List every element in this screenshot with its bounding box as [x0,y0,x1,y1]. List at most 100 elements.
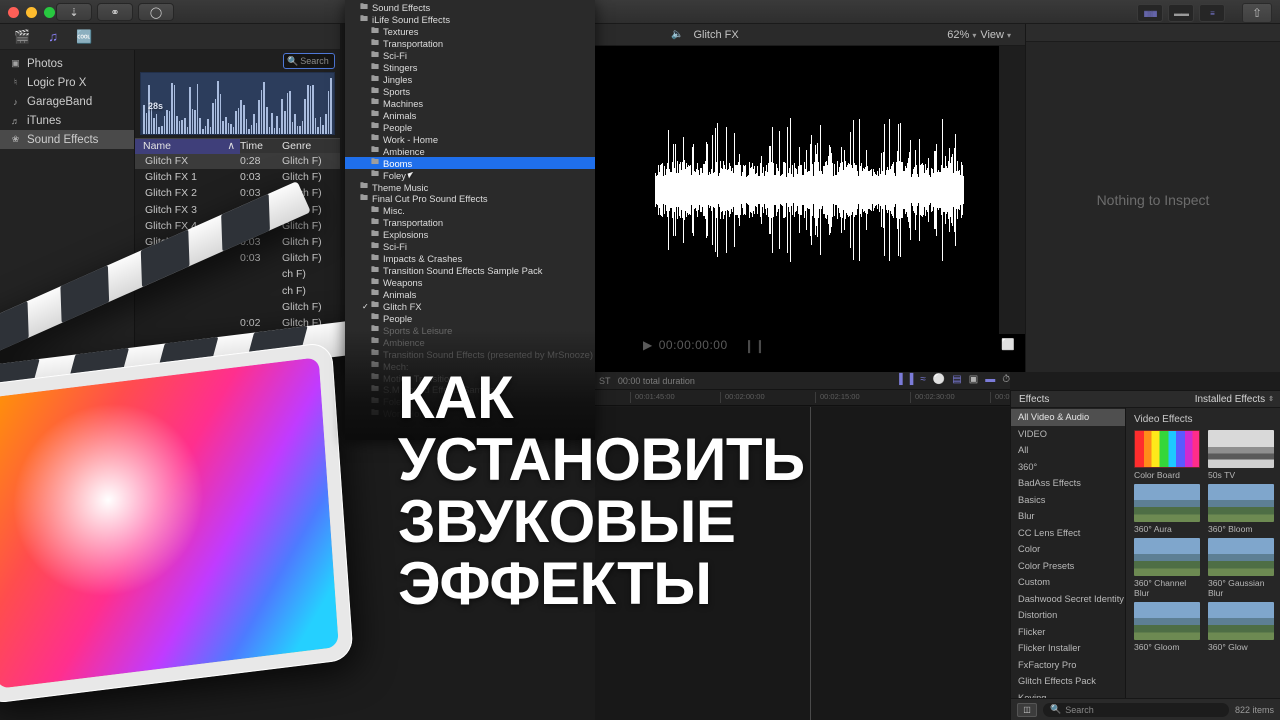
menu-item[interactable]: 🖿 Jingles [345,74,595,86]
play-icon[interactable]: ▶ [643,338,653,352]
menu-item[interactable]: 🖿 Transition Sound Effects Sample Pack [345,265,595,277]
effect-tile[interactable]: 360° Channel Blur [1134,538,1200,598]
viewer-zoom-menu[interactable]: 62% ▾ [947,29,976,41]
effects-category-item[interactable]: Flicker Installer [1011,640,1125,657]
clip-appearance-icon[interactable]: ▬ [985,374,995,385]
titles-generators-tab-icon[interactable]: 🆒 [76,29,92,45]
menu-item[interactable]: 🖿 Sci-Fi [345,241,595,253]
effects-category-item[interactable]: Custom [1011,574,1125,591]
menu-item[interactable]: 🖿 People [345,312,595,324]
menu-item[interactable]: 🖿 Misc. [345,205,595,217]
menu-item[interactable]: 🖿 iLife Sound Effects [345,14,595,26]
sidebar-item-photos[interactable]: ▣ Photos [0,54,134,73]
effect-tile[interactable]: 360° Glow [1208,602,1274,652]
timeline-ruler[interactable]: 00:01:45:00 00:02:00:00 00:02:15:00 00:02:3… [595,390,1014,406]
effect-tile[interactable]: 360° Gaussian Blur [1208,538,1274,598]
viewer-view-menu[interactable]: View ▾ [980,29,1011,41]
menu-item[interactable]: 🖿 Transition Sound Effects (presented by … [345,348,595,360]
fullscreen-icon[interactable]: ⬜ [1001,338,1015,351]
search-input[interactable]: 🔍 Search [283,53,335,69]
menu-item[interactable]: 🖿 Sports & Leisure [345,324,595,336]
menu-item[interactable]: 🖿 Sports [345,86,595,98]
menu-item[interactable]: 🖿 Explosions [345,229,595,241]
audio-lanes-icon[interactable]: ▤ [952,374,961,385]
menu-item[interactable]: 🖿 Sound Effects [345,2,595,14]
playhead[interactable] [810,407,811,720]
menu-item[interactable]: 🖿 Transportation [345,217,595,229]
effect-tile[interactable]: 360° Bloom [1208,484,1274,534]
effect-tile[interactable]: Color Board [1134,430,1200,480]
effects-category-item[interactable]: Color Presets [1011,558,1125,575]
menu-item[interactable]: 🖿 People [345,121,595,133]
effects-category-item[interactable]: Keying [1011,690,1125,698]
column-header-genre[interactable]: Genre [282,140,340,152]
menu-item[interactable]: 🖿 Final Cut Pro Sound Effects [345,193,595,205]
sidebar-item-logic-pro-x[interactable]: ♮ Logic Pro X [0,73,134,92]
sidebar-toggle-icon[interactable]: ◫ [1017,702,1037,717]
effect-tile[interactable]: 50s TV [1208,430,1274,480]
effects-category-item[interactable]: Color [1011,541,1125,558]
speaker-mute-icon[interactable]: 🔈 [671,29,683,40]
menu-item[interactable]: 🖿 Textures [345,26,595,38]
menu-item[interactable]: 🖿 Motion Transitions [345,372,595,384]
column-header-name[interactable]: Name ∧ [135,138,240,154]
effects-category-item[interactable]: CC Lens Effect [1011,525,1125,542]
sound-effects-dropdown-menu[interactable]: 🖿 Sound Effects 🖿 iLife Sound Effects 🖿 Textu… [345,0,595,440]
keyword-editor-button[interactable]: ⚭ [97,3,133,21]
effects-category-item[interactable]: All [1011,442,1125,459]
effects-category-item[interactable]: FxFactory Pro [1011,657,1125,674]
effects-category-item[interactable]: Dashwood Secret Identity [1011,591,1125,608]
share-button[interactable]: ⇧ [1242,3,1272,23]
audio-tab-icon[interactable]: ♫ [48,29,58,44]
viewer-timecode[interactable]: ▶ 00:00:00:00 [643,338,728,352]
menu-item[interactable]: 🖿 Foley [345,169,595,181]
minimize-window-button[interactable] [26,7,37,18]
waveform-icon[interactable]: ≈ [920,374,926,385]
menu-item[interactable]: 🖿 Mech: [345,360,595,372]
headphone-icon[interactable]: ⚪ [933,374,945,385]
menu-item[interactable]: 🖿 Work:Home [345,408,595,420]
timeline-toggle-icon[interactable]: ▬▬ [1168,4,1194,22]
installed-effects-menu[interactable]: Installed Effects ⇳ [1195,394,1274,405]
effects-category-item[interactable]: Blur [1011,508,1125,525]
table-row[interactable]: Glitch FX 0:28 Glitch F) [135,153,340,170]
menu-item[interactable]: 🖿 Animals [345,109,595,121]
browser-toggle-icon[interactable]: ▦▦ [1137,4,1163,22]
audio-meter-icon[interactable]: ▌▐ [899,374,913,385]
menu-item[interactable]: 🖿 Animals [345,288,595,301]
effects-category-item[interactable]: VIDEO [1011,426,1125,443]
effects-category-item[interactable]: Distortion [1011,607,1125,624]
effects-search-input[interactable]: 🔍 Search [1043,702,1229,717]
menu-item[interactable]: 🖿 S.M Sound Effects Sample [345,384,595,396]
table-row[interactable]: Glitch FX 1 0:03 Glitch F) [135,169,340,185]
menu-item[interactable]: 🖿 Theme Music [345,181,595,193]
sidebar-item-itunes[interactable]: ♬ iTunes [0,111,134,130]
menu-item[interactable]: 🖿 Sci-Fi [345,50,595,62]
menu-item[interactable]: ✓ 🖿 Glitch FX [345,300,595,312]
effect-tile[interactable]: 360° Aura [1134,484,1200,534]
inspector-toggle-icon[interactable]: ≡ [1199,4,1225,22]
menu-item[interactable]: 🖿 Weapons [345,277,595,289]
switch-icon[interactable]: ⏱ [1002,374,1010,385]
menu-item[interactable]: 🖿 Machines [345,97,595,110]
sidebar-item-garageband[interactable]: ♪ GarageBand [0,92,134,111]
background-tasks-button[interactable]: ◯ [138,3,174,21]
menu-item[interactable]: 🖿 Impacts & Crashes [345,253,595,265]
sidebar-item-sound-effects[interactable]: ❀ Sound Effects [0,130,134,149]
timeline-tracks[interactable] [595,407,1010,720]
effects-category-item[interactable]: Flicker [1011,624,1125,641]
pause-icon[interactable]: ❙❙ [744,338,766,354]
waveform-preview[interactable]: 28s [140,72,335,135]
effects-category-item[interactable]: All Video & Audio [1011,409,1125,426]
effects-category-item[interactable]: 360° [1011,459,1125,476]
window-controls[interactable] [8,7,55,18]
column-header-time[interactable]: Time [240,140,282,152]
index-icon[interactable]: ▣ [969,374,978,385]
maximize-window-button[interactable] [44,7,55,18]
photos-video-tab-icon[interactable]: 🎬 [14,29,30,45]
menu-item[interactable]: 🖿 Foley [345,396,595,408]
table-row[interactable]: Glitch FX 20:03Glitch F) [135,185,340,201]
effects-category-item[interactable]: Glitch Effects Pack [1011,673,1125,690]
import-media-button[interactable]: ⇣ [56,3,92,21]
effects-category-item[interactable]: Basics [1011,492,1125,509]
